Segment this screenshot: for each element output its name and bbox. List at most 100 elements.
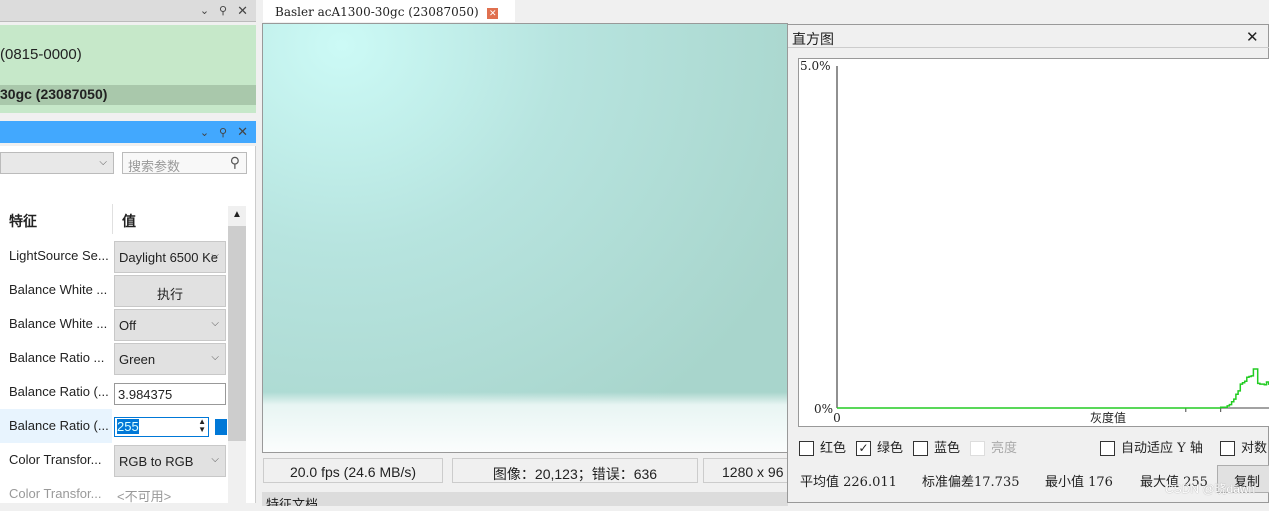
feature-value-select[interactable]: RGB to RGB ⌵ bbox=[114, 445, 226, 477]
checkbox[interactable]: ✓ bbox=[856, 441, 871, 456]
checkbox[interactable] bbox=[1220, 441, 1235, 456]
color-swatch bbox=[215, 419, 227, 435]
category-dropdown[interactable]: ⌵ bbox=[0, 152, 114, 174]
close-tab-icon[interactable]: ✕ bbox=[487, 8, 498, 19]
close-icon[interactable]: ✕ bbox=[1246, 28, 1259, 46]
stat-min: 最小值 176 bbox=[1045, 471, 1113, 490]
button-label: 执行 bbox=[157, 287, 183, 302]
feature-row[interactable]: Color Transfor... RGB to RGB ⌵ bbox=[0, 443, 228, 477]
devices-list: (0815-0000) 30gc (23087050) bbox=[0, 25, 256, 113]
feature-name: Balance Ratio ... bbox=[9, 350, 104, 365]
search-input[interactable]: 搜索参数 ⚲ bbox=[122, 152, 247, 174]
tab-camera[interactable]: Basler acA1300-30gc (23087050) ✕ bbox=[263, 0, 515, 22]
col-divider bbox=[112, 204, 113, 234]
feature-value-input[interactable]: 3.984375 bbox=[114, 383, 226, 405]
feature-value: 255 bbox=[117, 419, 139, 434]
close-icon[interactable]: ✕ bbox=[237, 3, 248, 19]
pin-icon[interactable]: ⚲ bbox=[219, 126, 227, 139]
checkbox[interactable] bbox=[970, 441, 985, 456]
channel-checkbox[interactable]: 红色 bbox=[799, 440, 846, 455]
checkbox-label: 自动适应 Y 轴 bbox=[1121, 441, 1203, 456]
chevron-down-icon: ⌵ bbox=[211, 454, 219, 465]
chevron-down-icon: ⌵ bbox=[211, 352, 219, 363]
feature-value: RGB to RGB bbox=[119, 454, 193, 469]
channel-checkbox[interactable]: 蓝色 bbox=[913, 440, 960, 455]
feature-value-select[interactable]: Off⌵ bbox=[114, 309, 226, 341]
stat-std: 标准偏差17.735 bbox=[922, 471, 1020, 490]
feature-name: Balance Ratio (... bbox=[9, 418, 109, 433]
feature-value-spinner[interactable]: 255 ▲▼ bbox=[114, 417, 209, 437]
x-axis-label: 灰度值 bbox=[1090, 410, 1126, 425]
spin-arrows-icon[interactable]: ▲▼ bbox=[198, 418, 206, 434]
feature-name: LightSource Se... bbox=[9, 248, 109, 263]
log-checkbox[interactable]: 对数 bbox=[1220, 437, 1267, 456]
feature-value: <不可用> bbox=[117, 486, 171, 505]
feature-name: Balance White ... bbox=[9, 282, 107, 297]
tab-title: Basler acA1300-30gc (23087050) bbox=[275, 5, 479, 19]
feature-value: 3.984375 bbox=[118, 387, 172, 402]
feature-value: Daylight 6500 Ke bbox=[119, 250, 218, 265]
checkbox[interactable] bbox=[913, 441, 928, 456]
status-frames: 图像：20,123；错误：636 bbox=[452, 458, 698, 483]
feature-row[interactable]: Balance Ratio ... Green ⌵ bbox=[0, 341, 228, 375]
histogram-plot: 5.0% 0%0 灰度值 bbox=[798, 58, 1269, 427]
x-tick-label: 0 bbox=[833, 411, 841, 425]
checkbox-label: 绿色 bbox=[877, 441, 903, 456]
feature-name: Color Transfor... bbox=[9, 452, 101, 467]
y-tick-label: 0% bbox=[814, 402, 833, 416]
feature-name: Color Transfor... bbox=[9, 486, 101, 501]
checkbox-label: 对数 bbox=[1241, 441, 1267, 456]
feature-value-select[interactable]: Green ⌵ bbox=[114, 343, 226, 375]
feature-row[interactable]: Balance Ratio (... 3.984375 bbox=[0, 375, 228, 409]
feature-name: Balance White ... bbox=[9, 316, 107, 331]
chevron-down-icon: ⌵ bbox=[99, 157, 107, 168]
scrollbar-thumb[interactable] bbox=[228, 226, 246, 441]
auto-fit-checkbox[interactable]: 自动适应 Y 轴 bbox=[1100, 437, 1203, 456]
search-icon: ⚲ bbox=[230, 154, 240, 171]
device-item[interactable]: (0815-0000) bbox=[0, 46, 82, 63]
checkbox-label: 红色 bbox=[820, 441, 846, 456]
feature-name: Balance Ratio (... bbox=[9, 384, 109, 399]
pin-icon[interactable]: ⚲ bbox=[219, 4, 227, 17]
execute-button[interactable]: 执行 bbox=[114, 275, 226, 307]
channel-checkbox[interactable]: ✓ 绿色 bbox=[856, 440, 903, 455]
stat-mean: 平均值 226.011 bbox=[800, 471, 897, 490]
scroll-up-icon[interactable]: ▲ bbox=[228, 206, 246, 220]
chevron-down-icon[interactable]: ⌄ bbox=[200, 4, 209, 17]
devices-panel-header: ⌄ ⚲ ✕ bbox=[0, 0, 256, 22]
checkbox-label: 亮度 bbox=[991, 441, 1017, 456]
chevron-down-icon[interactable]: ⌄ bbox=[200, 126, 209, 139]
histogram-titlebar: 直方图 ✕ bbox=[788, 26, 1269, 48]
camera-image bbox=[262, 23, 788, 453]
channel-checkbox[interactable]: 亮度 bbox=[970, 440, 1017, 455]
checkbox[interactable] bbox=[799, 441, 814, 456]
status-fps: 20.0 fps (24.6 MB/s) bbox=[263, 458, 443, 483]
search-placeholder: 搜索参数 bbox=[128, 159, 180, 174]
checkbox[interactable] bbox=[1100, 441, 1115, 456]
feature-row[interactable]: LightSource Se... Daylight 6500 Ke⌵ bbox=[0, 239, 228, 273]
scrollbar[interactable]: ▲ bbox=[228, 206, 246, 506]
feature-row[interactable]: Color Transfor... <不可用> bbox=[0, 477, 228, 511]
features-panel-header: ⌄ ⚲ ✕ bbox=[0, 121, 256, 143]
bottom-panel-header: 特征文档 bbox=[262, 492, 788, 506]
watermark: CSDN @晓dawn bbox=[1165, 480, 1255, 497]
histogram-window: 直方图 ✕ 5.0% 0%0 灰度值 红色 ✓ 绿色 蓝色 亮度 自动适应 Y 轴 对数 平… bbox=[787, 24, 1269, 503]
status-resolution: 1280 x 96 bbox=[703, 458, 793, 483]
bottom-panel-title: 特征文档 bbox=[266, 497, 318, 506]
feature-row[interactable]: Balance White ... Off⌵ bbox=[0, 307, 228, 341]
feature-row[interactable]: Balance White ... 执行 bbox=[0, 273, 228, 307]
feature-value: Green bbox=[119, 352, 155, 367]
plot-frame bbox=[799, 59, 1269, 427]
feature-row[interactable]: Balance Ratio (... 255 ▲▼ bbox=[0, 409, 228, 443]
chevron-down-icon: ⌵ bbox=[211, 318, 219, 329]
col-header-value: 值 bbox=[122, 211, 136, 231]
chevron-down-icon: ⌵ bbox=[211, 250, 219, 261]
device-item-selected[interactable]: 30gc (23087050) bbox=[0, 85, 256, 105]
close-icon[interactable]: ✕ bbox=[237, 124, 248, 140]
histogram-title: 直方图 bbox=[792, 31, 834, 47]
col-header-feature: 特征 bbox=[9, 211, 37, 231]
y-tick-label: 5.0% bbox=[800, 59, 831, 73]
channel-checkboxes: 红色 ✓ 绿色 蓝色 亮度 bbox=[799, 437, 1027, 456]
checkbox-label: 蓝色 bbox=[934, 441, 960, 456]
feature-value-select[interactable]: Daylight 6500 Ke⌵ bbox=[114, 241, 226, 273]
